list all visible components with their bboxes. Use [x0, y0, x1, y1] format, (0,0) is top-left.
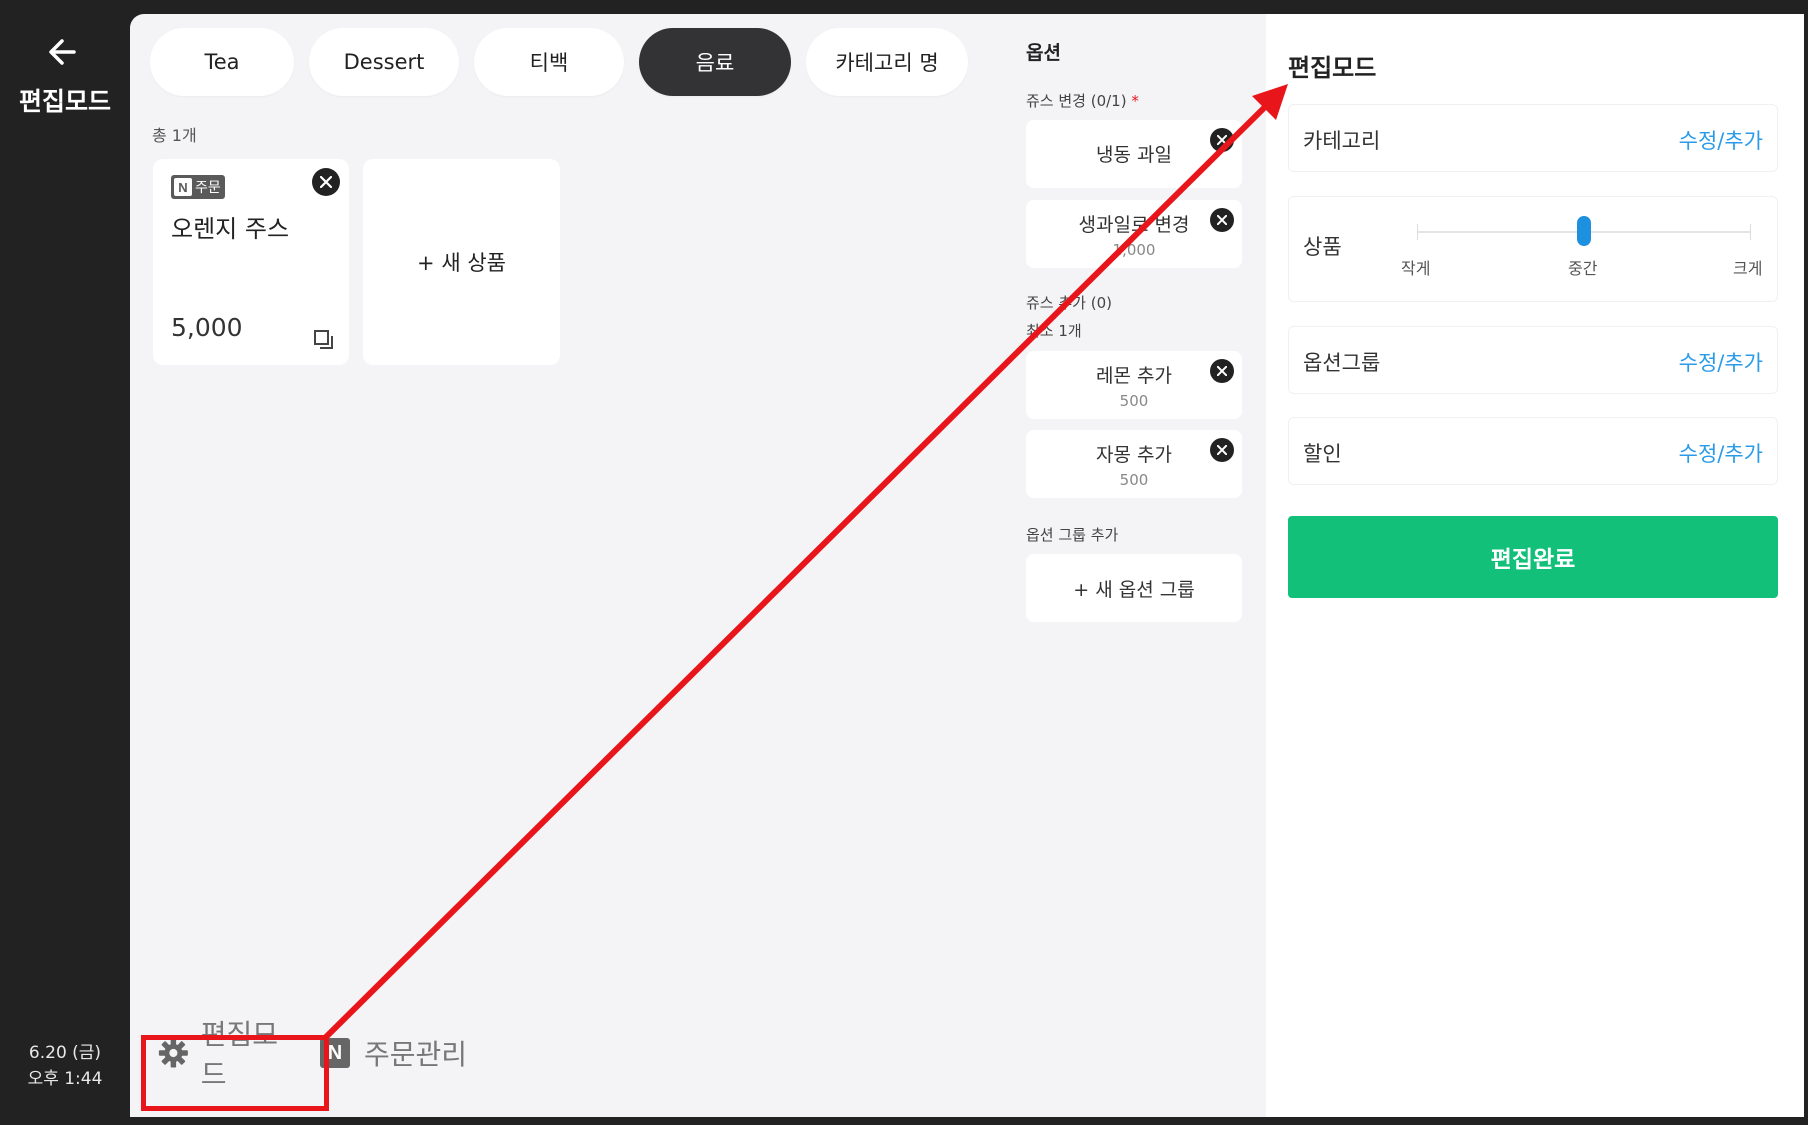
tab-tea[interactable]: Tea — [150, 28, 294, 96]
edit-panel: 편집모드 카테고리 수정/추가 상품 작게 중간 크게 옵션그룹 수정/추가 할… — [1266, 14, 1804, 1117]
order-management-label: 주문관리 — [364, 1038, 468, 1071]
remove-option-button[interactable] — [1210, 438, 1234, 462]
option-group-edit-link[interactable]: 수정/추가 — [1679, 347, 1763, 377]
slider-tick — [1750, 224, 1751, 240]
option-group-subtitle: 최소 1개 — [1026, 322, 1082, 340]
size-small-label: 작게 — [1401, 259, 1431, 278]
size-large-label: 크게 — [1733, 259, 1763, 278]
rail-date: 6.20 (금) — [28, 1043, 102, 1063]
remove-option-button[interactable] — [1210, 359, 1234, 383]
edit-complete-button[interactable]: 편집완료 — [1288, 516, 1778, 598]
remove-option-button[interactable] — [1210, 128, 1234, 152]
size-medium-label: 중간 — [1568, 259, 1598, 278]
option-group-title: 쥬스 변경 (0/1) * — [1026, 90, 1139, 111]
option-group-label: 옵션그룹 — [1303, 351, 1381, 375]
product-size-label: 상품 — [1303, 235, 1342, 259]
size-slider[interactable] — [1417, 216, 1751, 246]
options-column: 옵션 쥬스 변경 (0/1) * 냉동 과일 생과일로 변경 1,000 쥬스 … — [1006, 14, 1264, 1117]
category-label: 카테고리 — [1303, 129, 1381, 153]
left-rail: 편집모드 6.20 (금) 오후 1:44 — [0, 0, 130, 1125]
add-option-group-title: 옵션 그룹 추가 — [1026, 526, 1119, 544]
option-group-title-text: 쥬스 변경 (0/1) — [1026, 92, 1127, 110]
option-item[interactable]: 냉동 과일 — [1026, 120, 1242, 188]
product-price: 5,000 — [171, 313, 243, 342]
bottom-bar: 편집모드 N 주문관리 — [144, 1018, 467, 1091]
panel-title: 편집모드 — [1288, 54, 1377, 82]
remove-option-button[interactable] — [1210, 208, 1234, 232]
tab-teabag[interactable]: 티백 — [474, 28, 624, 96]
close-icon — [1217, 135, 1227, 145]
tab-beverage[interactable]: 음료 — [639, 28, 791, 96]
add-option-group-button[interactable]: + 새 옵션 그룹 — [1026, 554, 1242, 622]
discount-row: 할인 수정/추가 — [1288, 417, 1778, 485]
slider-tick — [1417, 224, 1418, 240]
options-header: 옵션 — [1026, 42, 1061, 64]
rail-datetime: 6.20 (금) 오후 1:44 — [0, 1040, 130, 1092]
option-price: 500 — [1119, 471, 1149, 489]
slider-thumb[interactable] — [1577, 216, 1591, 246]
option-item[interactable]: 자몽 추가 500 — [1026, 430, 1242, 498]
add-product-button[interactable]: + 새 상품 — [363, 159, 560, 365]
naver-n-icon: N — [174, 178, 192, 196]
required-mark: * — [1131, 92, 1139, 110]
close-icon — [1217, 445, 1227, 455]
option-price: 500 — [1119, 392, 1149, 410]
product-name: 오렌지 주스 — [171, 215, 290, 243]
order-management-button[interactable]: N 주문관리 — [320, 1028, 467, 1078]
gear-icon — [158, 1038, 188, 1068]
option-group-title: 쥬스 추가 (0) — [1026, 294, 1112, 312]
discount-label: 할인 — [1303, 442, 1342, 466]
edit-mode-button[interactable]: 편집모드 — [144, 1018, 294, 1091]
category-row: 카테고리 수정/추가 — [1288, 104, 1778, 172]
main-area: Tea Dessert 티백 음료 카테고리 명 총 1개 N 주문 오렌지 주… — [130, 14, 1804, 1117]
close-icon — [1217, 215, 1227, 225]
product-card[interactable]: N 주문 오렌지 주스 5,000 — [153, 159, 349, 365]
order-badge: N 주문 — [171, 175, 225, 199]
category-edit-link[interactable]: 수정/추가 — [1679, 125, 1763, 155]
tab-category-name[interactable]: 카테고리 명 — [806, 28, 968, 96]
option-price: 1,000 — [1112, 241, 1156, 259]
option-group-row: 옵션그룹 수정/추가 — [1288, 326, 1778, 394]
edit-mode-label: 편집모드 — [200, 1018, 279, 1091]
rail-title: 편집모드 — [18, 87, 111, 116]
option-name: 냉동 과일 — [1096, 144, 1172, 166]
product-count: 총 1개 — [152, 126, 197, 145]
remove-product-button[interactable] — [312, 168, 340, 196]
close-icon — [1217, 366, 1227, 376]
close-icon — [320, 176, 332, 188]
option-item[interactable]: 레몬 추가 500 — [1026, 351, 1242, 419]
discount-edit-link[interactable]: 수정/추가 — [1679, 438, 1763, 468]
order-badge-label: 주문 — [195, 180, 221, 196]
copy-icon[interactable] — [313, 329, 335, 351]
naver-n-icon: N — [320, 1038, 350, 1068]
product-grid: N 주문 오렌지 주스 5,000 + 새 상품 — [153, 159, 560, 365]
option-item[interactable]: 생과일로 변경 1,000 — [1026, 200, 1242, 268]
tab-dessert[interactable]: Dessert — [309, 28, 459, 96]
category-tabs: Tea Dessert 티백 음료 카테고리 명 — [150, 28, 968, 96]
rail-time: 오후 1:44 — [27, 1069, 103, 1089]
product-size-row: 상품 작게 중간 크게 — [1288, 196, 1778, 302]
back-arrow-icon[interactable] — [44, 34, 84, 70]
